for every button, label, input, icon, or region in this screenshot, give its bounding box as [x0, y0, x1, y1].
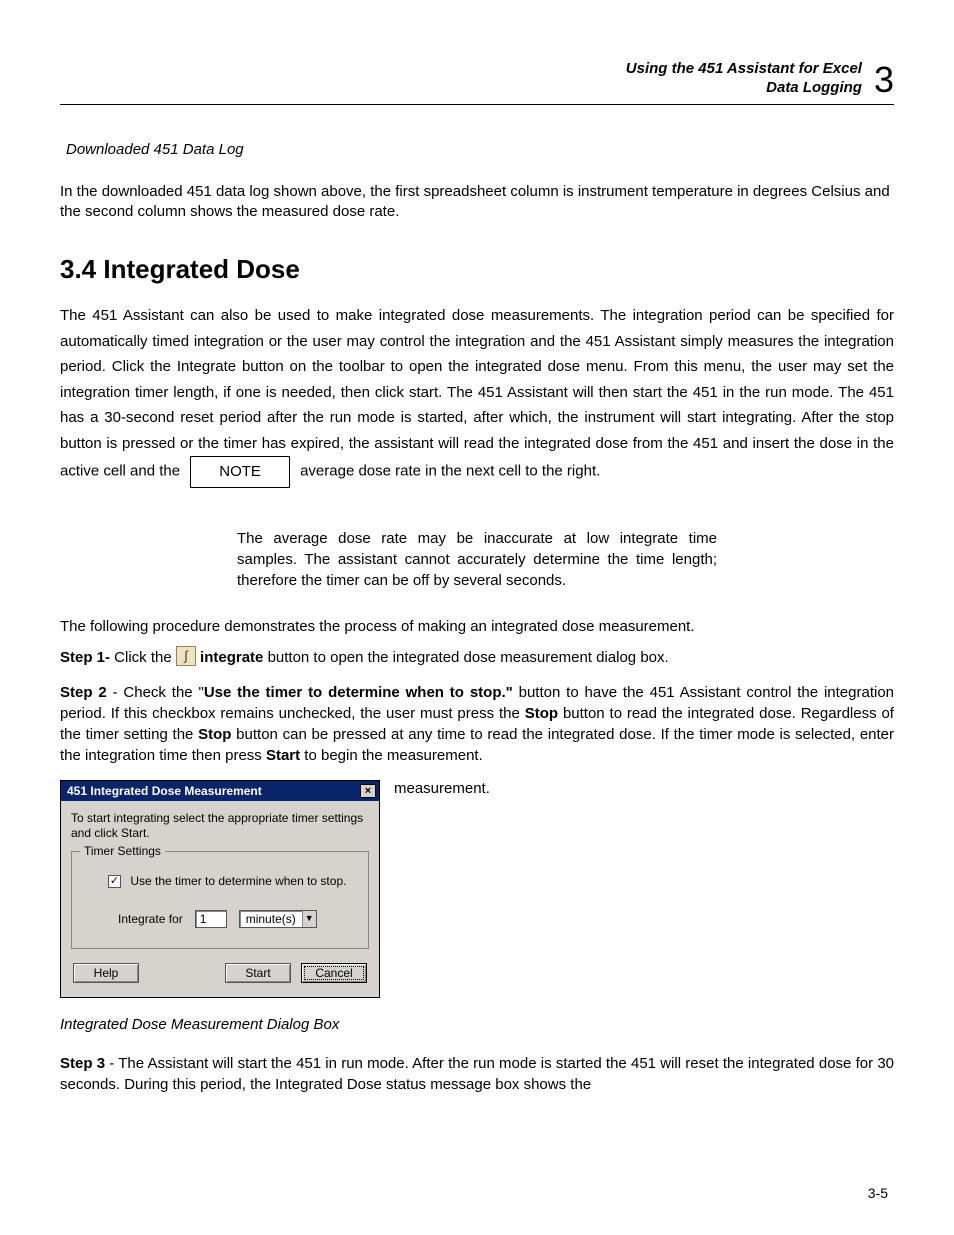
use-timer-label: Use the timer to determine when to stop.: [130, 874, 346, 888]
step-2-bold4: Start: [266, 747, 300, 764]
dialog-button-row: Help Start Cancel: [71, 963, 369, 985]
dialog-titlebar[interactable]: 451 Integrated Dose Measurement ×: [61, 781, 379, 801]
timer-settings-group: Timer Settings ✓ Use the timer to determ…: [71, 851, 369, 949]
step-3: Step 3 - The Assistant will start the 45…: [60, 1053, 894, 1095]
timer-settings-legend: Timer Settings: [80, 844, 165, 858]
section-heading: 3.4 Integrated Dose: [60, 254, 894, 285]
integrate-for-row: Integrate for 1 minute(s) ▼: [118, 910, 356, 928]
chevron-down-icon[interactable]: ▼: [302, 911, 316, 927]
step-1-pre: Click the: [110, 649, 176, 666]
start-button[interactable]: Start: [225, 963, 291, 983]
integrate-for-label: Integrate for: [118, 912, 183, 926]
dialog-body: To start integrating select the appropri…: [61, 801, 379, 997]
integrate-icon: ∫: [176, 646, 196, 666]
intro-paragraph: In the downloaded 451 data log shown abo…: [60, 182, 894, 223]
step-2-bold2: Stop: [525, 705, 558, 722]
cancel-button[interactable]: Cancel: [301, 963, 367, 983]
help-button[interactable]: Help: [73, 963, 139, 983]
step-1-label: Step 1-: [60, 649, 110, 666]
unit-select-value: minute(s): [240, 911, 302, 927]
main-paragraph: The 451 Assistant can also be used to ma…: [60, 303, 894, 488]
note-label-box: NOTE: [190, 456, 290, 488]
integrate-duration-input[interactable]: 1: [195, 910, 227, 928]
use-timer-checkbox[interactable]: ✓: [108, 875, 121, 888]
step-2-bold1: Use the timer to determine when to stop.…: [204, 684, 513, 701]
page-number: 3-5: [868, 1185, 888, 1201]
header-titles: Using the 451 Assistant for Excel Data L…: [626, 60, 862, 98]
step-2-e: to begin the measurement.: [300, 747, 483, 764]
gap: [291, 963, 301, 983]
step-2-label: Step 2: [60, 684, 107, 701]
wrap-text-right: measurement.: [394, 780, 490, 797]
page: Using the 451 Assistant for Excel Data L…: [0, 0, 954, 1235]
spacer: [139, 963, 225, 983]
main-para-a: The 451 Assistant can also be used to ma…: [60, 307, 894, 480]
step-2-a: - Check the ": [107, 684, 204, 701]
close-icon[interactable]: ×: [360, 784, 376, 798]
step-2: Step 2 - Check the "Use the timer to det…: [60, 682, 894, 766]
header-line-2: Data Logging: [626, 79, 862, 98]
note-body: The average dose rate may be inaccurate …: [237, 528, 717, 591]
main-para-b: average dose rate in the next cell to th…: [300, 463, 600, 480]
dialog-instruction: To start integrating select the appropri…: [71, 811, 369, 841]
integrated-dose-dialog: 451 Integrated Dose Measurement × To sta…: [60, 780, 380, 998]
step-3-label: Step 3: [60, 1055, 105, 1072]
step-1-post: button to open the integrated dose measu…: [268, 649, 669, 666]
dialog-caption: Integrated Dose Measurement Dialog Box: [60, 1016, 894, 1033]
figure-caption-1: Downloaded 451 Data Log: [66, 141, 894, 158]
step-3-text: - The Assistant will start the 451 in ru…: [60, 1055, 894, 1093]
dialog-and-text: 451 Integrated Dose Measurement × To sta…: [60, 780, 894, 998]
step-1: Step 1- Click the ∫ integrate button to …: [60, 647, 894, 668]
procedure-intro: The following procedure demonstrates the…: [60, 617, 894, 637]
page-header: Using the 451 Assistant for Excel Data L…: [60, 60, 894, 105]
chapter-number: 3: [874, 62, 894, 98]
use-timer-row: ✓ Use the timer to determine when to sto…: [108, 874, 356, 888]
unit-select[interactable]: minute(s) ▼: [239, 910, 317, 928]
step-1-bold: integrate: [200, 649, 268, 666]
dialog-title-text: 451 Integrated Dose Measurement: [67, 784, 262, 798]
header-line-1: Using the 451 Assistant for Excel: [626, 60, 862, 79]
step-2-bold3: Stop: [198, 726, 231, 743]
